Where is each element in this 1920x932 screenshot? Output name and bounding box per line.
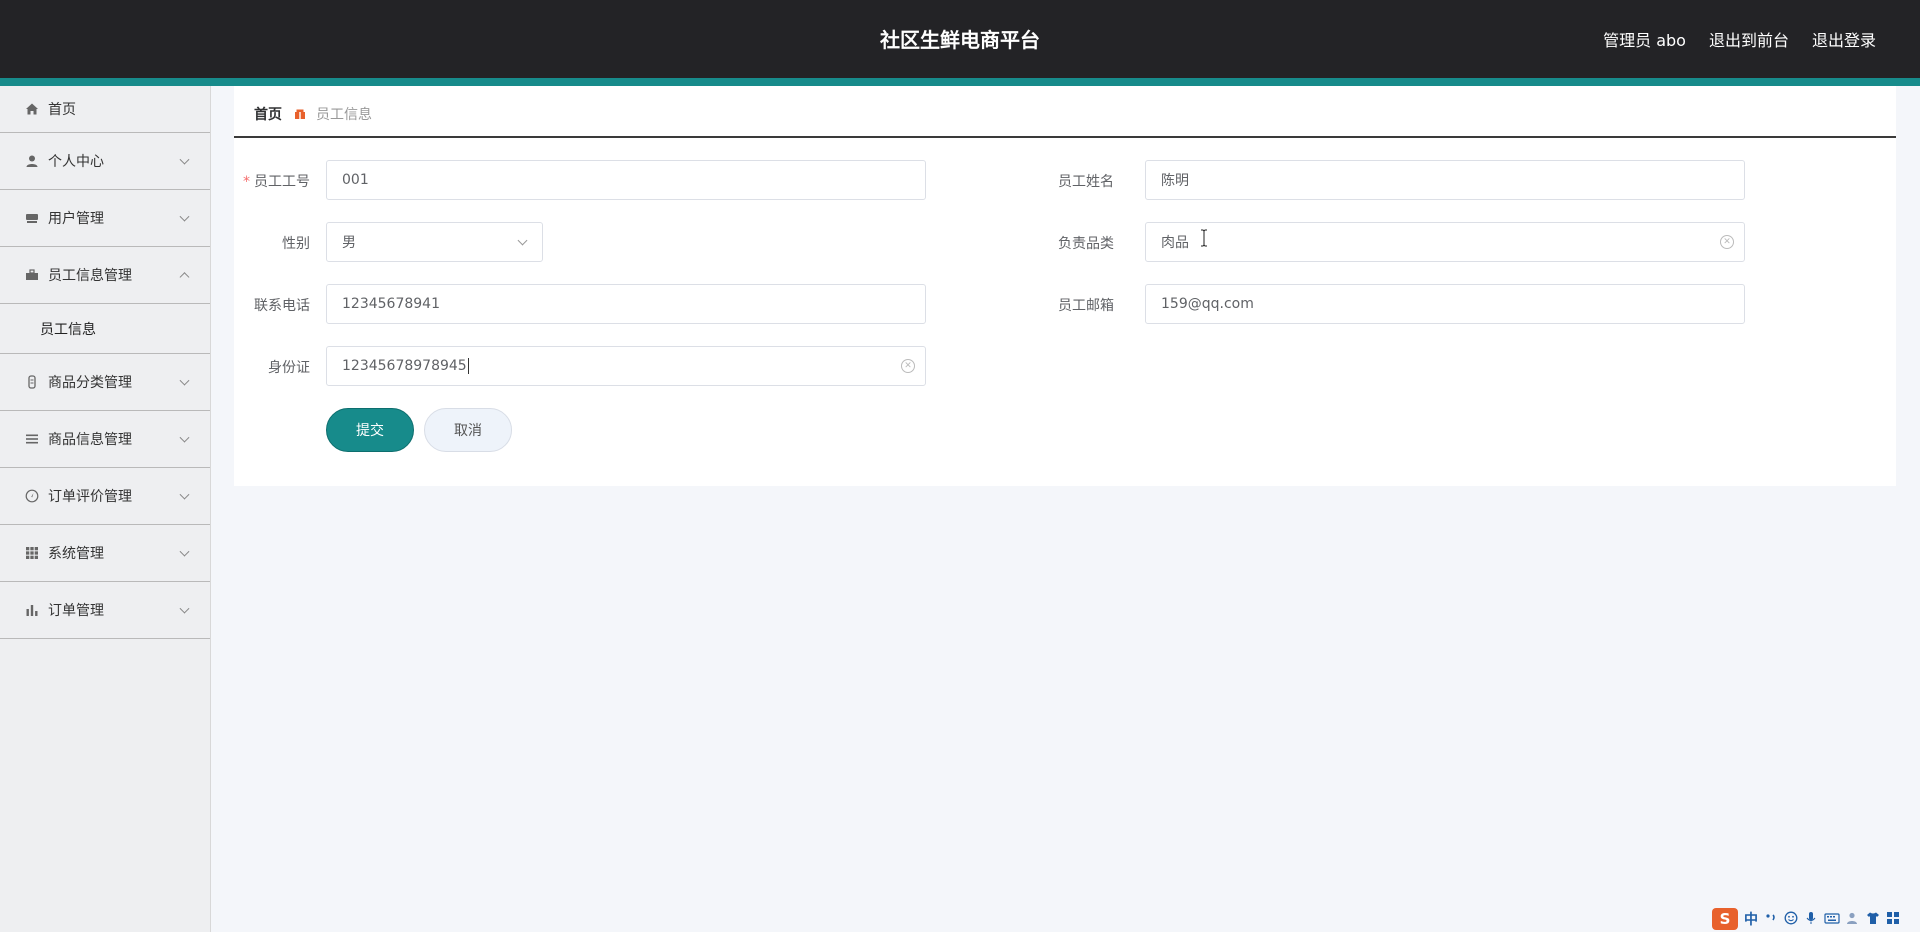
chevron-down-icon	[179, 546, 190, 557]
chevron-up-icon	[179, 272, 190, 283]
category-value: 肉品	[1161, 235, 1189, 251]
breadcrumb-divider	[234, 136, 1896, 138]
cancel-button[interactable]: 取消	[424, 408, 512, 452]
sidebar-item-home[interactable]: 首页	[0, 86, 210, 133]
logout-link[interactable]: 退出登录	[1812, 27, 1876, 51]
clear-icon[interactable]: ✕	[901, 359, 915, 373]
chevron-down-icon	[179, 603, 190, 614]
breadcrumb-separator-icon	[294, 108, 306, 120]
sidebar-item-product-management[interactable]: 商品信息管理	[0, 411, 210, 468]
compass-icon	[24, 488, 40, 504]
submit-button[interactable]: 提交	[326, 408, 414, 452]
id-card-input[interactable]: 12345678978945 ✕	[326, 346, 926, 386]
sidebar-item-label: 员工信息	[40, 321, 96, 338]
exit-to-frontend-link[interactable]: 退出到前台	[1709, 27, 1789, 51]
breadcrumb-home[interactable]: 首页	[254, 104, 282, 124]
toolbox-grid-icon[interactable]	[1886, 910, 1900, 929]
punctuation-icon[interactable]	[1764, 910, 1778, 929]
ime-logo-icon[interactable]: S	[1712, 908, 1738, 930]
skin-shirt-icon[interactable]	[1866, 910, 1880, 929]
sidebar-item-label: 商品分类管理	[48, 375, 132, 391]
briefcase-icon	[24, 267, 40, 283]
employee-name-input[interactable]: 陈明	[1145, 160, 1745, 200]
sidebar-item-user-management[interactable]: 用户管理	[0, 190, 210, 247]
bar-chart-icon	[24, 602, 40, 618]
email-label: 员工邮箱	[1058, 298, 1114, 314]
breadcrumb: 首页 员工信息	[254, 104, 372, 124]
user-icon	[24, 153, 40, 169]
employee-name-label: 员工姓名	[1058, 174, 1114, 190]
ime-toolbar: S 中	[1708, 906, 1918, 932]
top-header: 社区生鲜电商平台 管理员 abo 退出到前台 退出登录	[0, 0, 1920, 78]
id-card-value: 12345678978945	[342, 358, 467, 374]
breadcrumb-current: 员工信息	[316, 107, 372, 123]
employee-no-label: * 员工工号	[230, 171, 310, 191]
chevron-down-icon	[179, 489, 190, 500]
gender-label: 性别	[282, 236, 310, 252]
id-card-label: 身份证	[268, 360, 310, 376]
sidebar-item-label: 个人中心	[48, 154, 104, 170]
main-form-card: 首页 员工信息 * 员工工号 001 员工姓名 陈明 性别 男 负责品类 肉品 ✕…	[234, 86, 1896, 486]
header-links: 管理员 abo 退出到前台 退出登录	[1603, 27, 1876, 51]
home-icon	[24, 101, 40, 117]
grid-icon	[24, 545, 40, 561]
chevron-down-icon	[179, 211, 190, 222]
microphone-icon[interactable]	[1804, 910, 1818, 929]
sidebar-item-label: 商品信息管理	[48, 432, 132, 448]
gender-select[interactable]: 男	[326, 222, 543, 262]
clear-icon[interactable]: ✕	[1720, 235, 1734, 249]
chevron-down-icon	[179, 154, 190, 165]
employee-no-input[interactable]: 001	[326, 160, 926, 200]
phone-label: 联系电话	[254, 298, 310, 314]
category-label: 负责品类	[1058, 236, 1114, 252]
sidebar-item-label: 首页	[48, 102, 76, 118]
category-input[interactable]: 肉品 ✕	[1145, 222, 1745, 262]
text-caret	[467, 358, 469, 374]
employee-no-label-text: 员工工号	[254, 174, 310, 190]
ime-mode-indicator[interactable]: 中	[1744, 909, 1758, 929]
sidebar-item-label: 员工信息管理	[48, 268, 132, 284]
emoji-icon[interactable]	[1784, 910, 1798, 929]
chevron-down-icon	[179, 432, 190, 443]
sidebar-item-personal-center[interactable]: 个人中心	[0, 133, 210, 190]
tag-icon	[24, 374, 40, 390]
chevron-down-icon	[179, 375, 190, 386]
sidebar-item-system-management[interactable]: 系统管理	[0, 525, 210, 582]
chevron-down-icon	[517, 235, 528, 246]
sidebar-item-category-management[interactable]: 商品分类管理	[0, 354, 210, 411]
phone-value: 12345678941	[342, 296, 440, 312]
sidebar: 首页 个人中心 用户管理 员工信息管理 员工信息 商品分类管理 商品信息管理 订…	[0, 86, 211, 932]
sidebar-item-label: 系统管理	[48, 546, 104, 562]
admin-user-label[interactable]: 管理员 abo	[1603, 27, 1686, 51]
user-settings-icon[interactable]	[1846, 910, 1860, 929]
sidebar-subitem-employee-info[interactable]: 员工信息	[0, 304, 210, 354]
phone-input[interactable]: 12345678941	[326, 284, 926, 324]
sidebar-item-order-management[interactable]: 订单管理	[0, 582, 210, 639]
employee-name-value: 陈明	[1161, 173, 1189, 189]
keyboard-icon[interactable]	[1824, 910, 1840, 929]
employee-no-value: 001	[342, 172, 369, 188]
email-input[interactable]: 159@qq.com	[1145, 284, 1745, 324]
header-accent-stripe	[0, 78, 1920, 86]
list-icon	[24, 431, 40, 447]
sidebar-item-order-review-management[interactable]: 订单评价管理	[0, 468, 210, 525]
gender-value: 男	[342, 235, 356, 251]
sidebar-item-label: 订单评价管理	[48, 489, 132, 505]
sidebar-item-employee-management[interactable]: 员工信息管理	[0, 247, 210, 304]
ibeam-cursor-icon	[1200, 229, 1208, 247]
email-value: 159@qq.com	[1161, 296, 1254, 312]
required-mark: *	[243, 174, 250, 190]
sidebar-item-label: 用户管理	[48, 211, 104, 227]
sidebar-item-label: 订单管理	[48, 603, 104, 619]
users-icon	[24, 210, 40, 226]
